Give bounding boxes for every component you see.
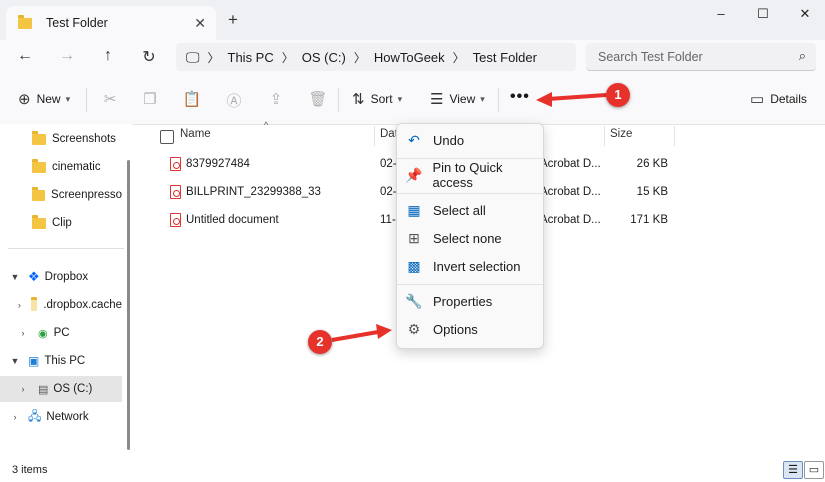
annotation-arrows [331,92,607,342]
annotation-arrowhead-1 [536,92,552,107]
annotation-arrow-1 [547,93,607,101]
annotation-arrowhead-2 [376,324,392,339]
annotation-badge-1: 1 [606,83,630,107]
annotation-arrow-2 [331,330,379,342]
annotation-badge-2: 2 [308,330,332,354]
